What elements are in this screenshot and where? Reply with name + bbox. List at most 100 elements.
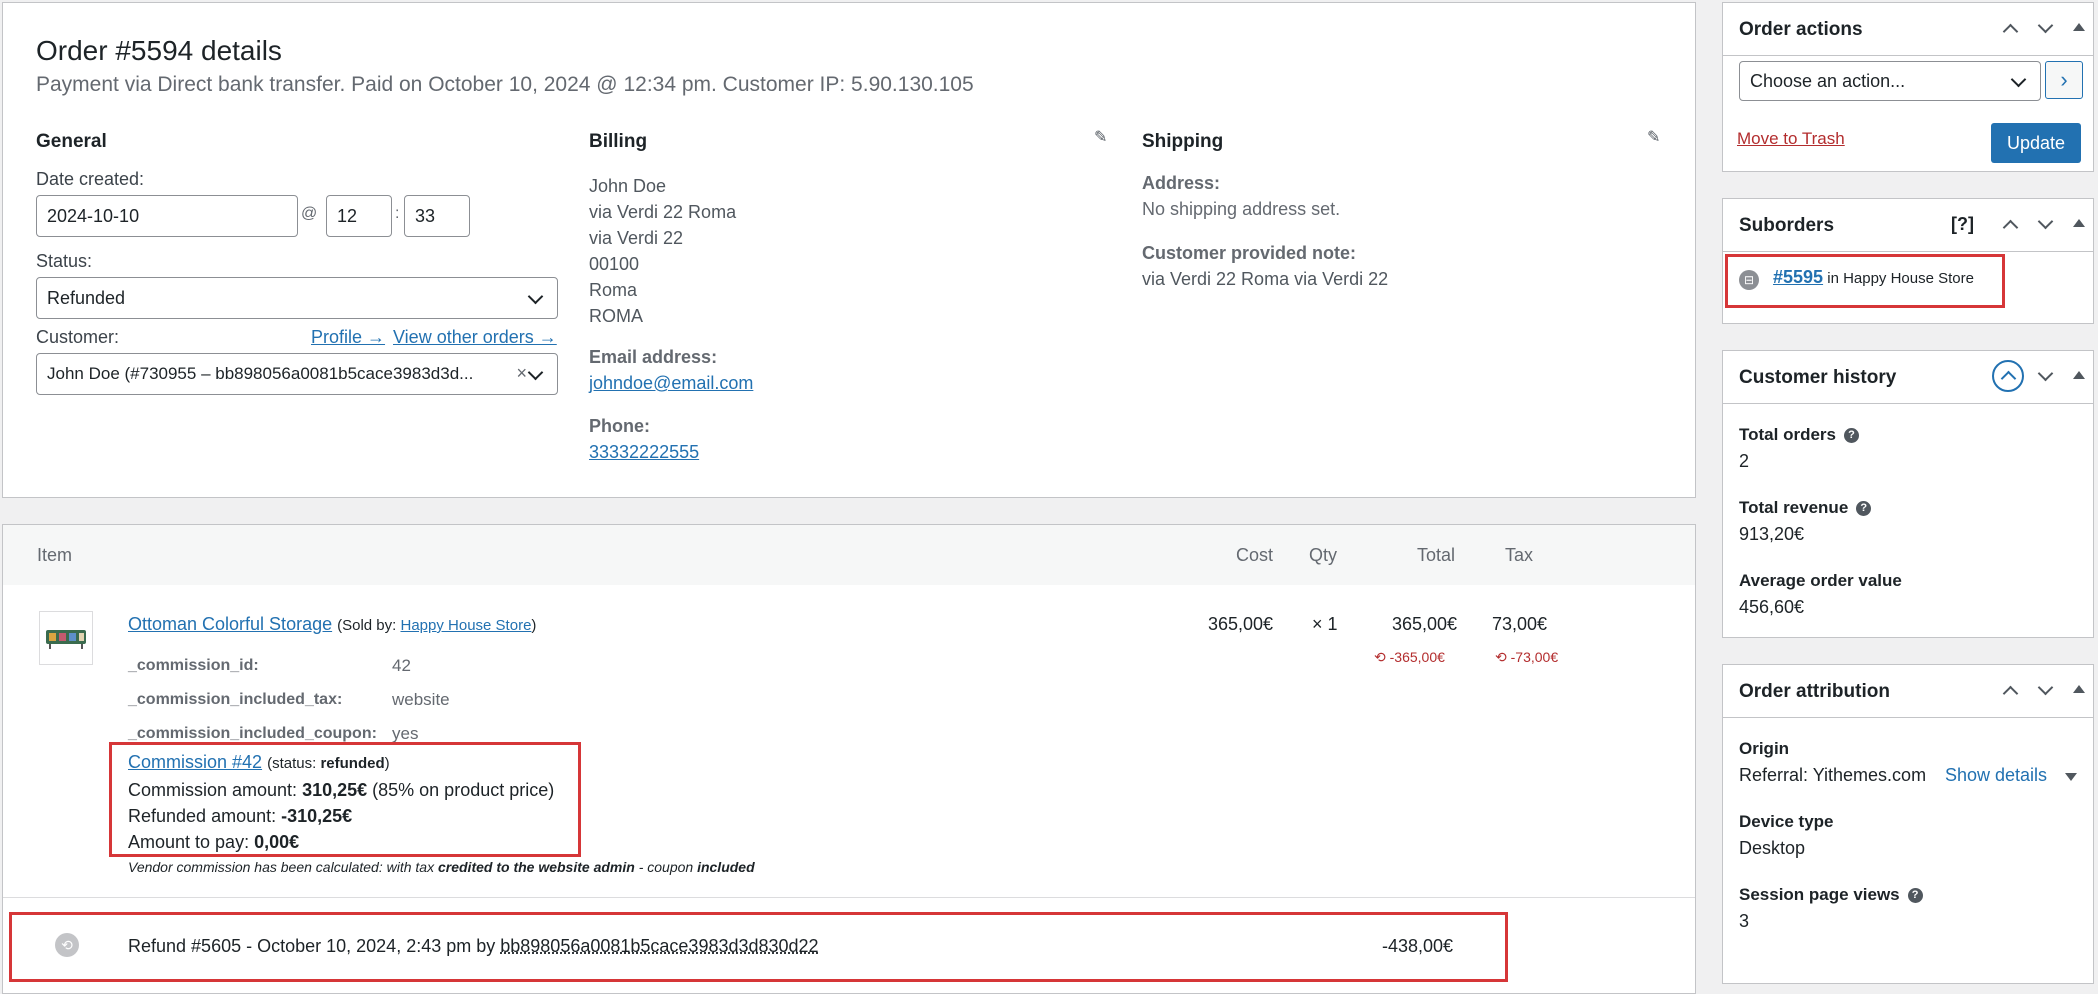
move-down-icon[interactable] xyxy=(2038,366,2054,382)
customer-profile-link[interactable]: Profile → xyxy=(311,327,385,348)
customer-note-value: via Verdi 22 Roma via Verdi 22 xyxy=(1142,269,1388,290)
status-label: Status: xyxy=(36,251,92,272)
chevron-down-icon xyxy=(2011,72,2027,88)
move-down-icon[interactable] xyxy=(2038,18,2054,34)
edit-shipping-icon[interactable]: ✎ xyxy=(1647,127,1660,147)
suborders-help[interactable]: [?] xyxy=(1951,214,1974,235)
billing-address-line: John Doe xyxy=(589,173,736,199)
item-refund-tax: ⟲ -73,00€ xyxy=(1495,649,1558,666)
status-select[interactable]: Refunded xyxy=(36,277,558,319)
vendor-link[interactable]: Happy House Store xyxy=(401,617,532,634)
item-qty: × 1 xyxy=(1312,614,1338,635)
device-type-label: Device type xyxy=(1739,812,1834,832)
customer-note-label: Customer provided note: xyxy=(1142,243,1356,264)
device-type-value: Desktop xyxy=(1739,838,1805,859)
toggle-panel-icon[interactable] xyxy=(2073,219,2085,227)
order-actions-title: Order actions xyxy=(1739,19,1863,41)
help-icon: ? xyxy=(1856,501,1871,516)
session-views-value: 3 xyxy=(1739,911,1749,932)
product-name-link[interactable]: Ottoman Colorful Storage xyxy=(128,614,332,634)
column-tax: Tax xyxy=(1505,545,1533,566)
date-created-label: Date created: xyxy=(36,169,144,190)
order-attribution-box: Order attribution Origin Referral: Yithe… xyxy=(1722,664,2094,984)
item-meta: _commission_id: 42 _commission_included_t… xyxy=(128,649,450,751)
item-cost: 365,00€ xyxy=(1208,614,1273,635)
total-orders-label: Total orders? xyxy=(1739,425,1859,445)
show-details-link[interactable]: Show details xyxy=(1945,765,2047,786)
suborder-highlight xyxy=(1725,254,2005,308)
column-item: Item xyxy=(37,545,72,566)
view-other-orders-link[interactable]: View other orders → xyxy=(393,327,557,348)
chevron-down-icon xyxy=(528,289,544,305)
customer-history-box: Customer history Total orders? 2 Total r… xyxy=(1722,350,2094,638)
move-up-icon[interactable] xyxy=(2003,686,2019,702)
phone-label: Phone: xyxy=(589,416,650,437)
refund-highlight xyxy=(9,912,1508,982)
billing-email-link[interactable]: johndoe@email.com xyxy=(589,373,753,394)
clear-icon[interactable]: × xyxy=(516,363,527,384)
total-orders-value: 2 xyxy=(1739,451,1749,472)
items-header-row: Item Cost Qty Total Tax xyxy=(3,525,1695,585)
average-order-label: Average order value xyxy=(1739,571,1902,591)
customer-history-title: Customer history xyxy=(1739,367,1896,389)
customer-label: Customer: xyxy=(36,327,119,348)
move-down-icon[interactable] xyxy=(2038,680,2054,696)
email-label: Email address: xyxy=(589,347,717,368)
move-to-trash-link[interactable]: Move to Trash xyxy=(1737,129,1845,149)
at-separator: @ xyxy=(301,205,317,223)
column-qty: Qty xyxy=(1309,545,1337,566)
billing-address-line: via Verdi 22 Roma xyxy=(589,199,736,225)
billing-address-line: via Verdi 22 xyxy=(589,225,736,251)
item-tax: 73,00€ xyxy=(1492,614,1547,635)
vendor-commission-note: Vendor commission has been calculated: w… xyxy=(128,859,755,875)
order-subtitle: Payment via Direct bank transfer. Paid o… xyxy=(36,73,974,97)
customer-select[interactable]: John Doe (#730955 – bb898056a0081b5cace3… xyxy=(36,353,558,395)
average-order-value: 456,60€ xyxy=(1739,597,1804,618)
hour-input[interactable]: 12 xyxy=(326,195,392,237)
total-revenue-label: Total revenue? xyxy=(1739,498,1871,518)
order-items-panel: Item Cost Qty Total Tax Ottoman Colorful… xyxy=(2,524,1696,994)
suborders-title: Suborders xyxy=(1739,215,1834,237)
help-icon: ? xyxy=(1844,428,1859,443)
session-views-label: Session page views? xyxy=(1739,885,1923,905)
origin-value: Referral: Yithemes.com xyxy=(1739,765,1926,786)
toggle-panel-icon[interactable] xyxy=(2073,23,2085,31)
help-icon: ? xyxy=(1908,888,1923,903)
order-data-panel: Order #5594 details Payment via Direct b… xyxy=(2,2,1696,498)
billing-address-line: 00100 xyxy=(589,251,736,277)
general-heading: General xyxy=(36,131,107,153)
commission-highlight xyxy=(109,742,581,857)
toggle-panel-icon[interactable] xyxy=(2073,371,2085,379)
minute-input[interactable]: 33 xyxy=(404,195,470,237)
edit-billing-icon[interactable]: ✎ xyxy=(1094,127,1107,147)
billing-address-line: ROMA xyxy=(589,303,736,329)
product-line: Ottoman Colorful Storage (Sold by: Happy… xyxy=(128,614,536,635)
move-up-icon[interactable] xyxy=(2003,24,2019,40)
apply-action-button[interactable]: › xyxy=(2045,61,2083,99)
product-thumbnail xyxy=(39,611,93,665)
meta-row: _commission_included_tax: website xyxy=(128,683,450,717)
refund-icon: ⟲ xyxy=(1495,649,1511,665)
suborders-box: Suborders [?] ⊟ #5595 in Happy House Sto… xyxy=(1722,198,2094,324)
move-up-icon[interactable] xyxy=(2003,220,2019,236)
billing-phone-link[interactable]: 33332222555 xyxy=(589,442,699,463)
refund-icon: ⟲ xyxy=(1374,649,1390,665)
caret-down-icon[interactable] xyxy=(2065,773,2077,781)
origin-label: Origin xyxy=(1739,739,1789,759)
item-refund-total: ⟲ -365,00€ xyxy=(1374,649,1445,666)
order-actions-box: Order actions Choose an action... › Move… xyxy=(1722,2,2094,172)
billing-heading: Billing xyxy=(589,131,647,153)
order-action-select[interactable]: Choose an action... xyxy=(1739,61,2041,101)
row-divider xyxy=(3,897,1695,898)
update-button[interactable]: Update xyxy=(1991,123,2081,163)
shipping-address-value: No shipping address set. xyxy=(1142,199,1340,220)
move-down-icon[interactable] xyxy=(2038,214,2054,230)
toggle-panel-icon[interactable] xyxy=(2073,685,2085,693)
shipping-heading: Shipping xyxy=(1142,131,1223,153)
product-image-icon xyxy=(40,612,92,664)
time-colon: : xyxy=(395,205,399,223)
date-created-input[interactable]: 2024-10-10 xyxy=(36,195,298,237)
page-title: Order #5594 details xyxy=(36,35,282,67)
meta-row: _commission_id: 42 xyxy=(128,649,450,683)
column-cost: Cost xyxy=(1236,545,1273,566)
